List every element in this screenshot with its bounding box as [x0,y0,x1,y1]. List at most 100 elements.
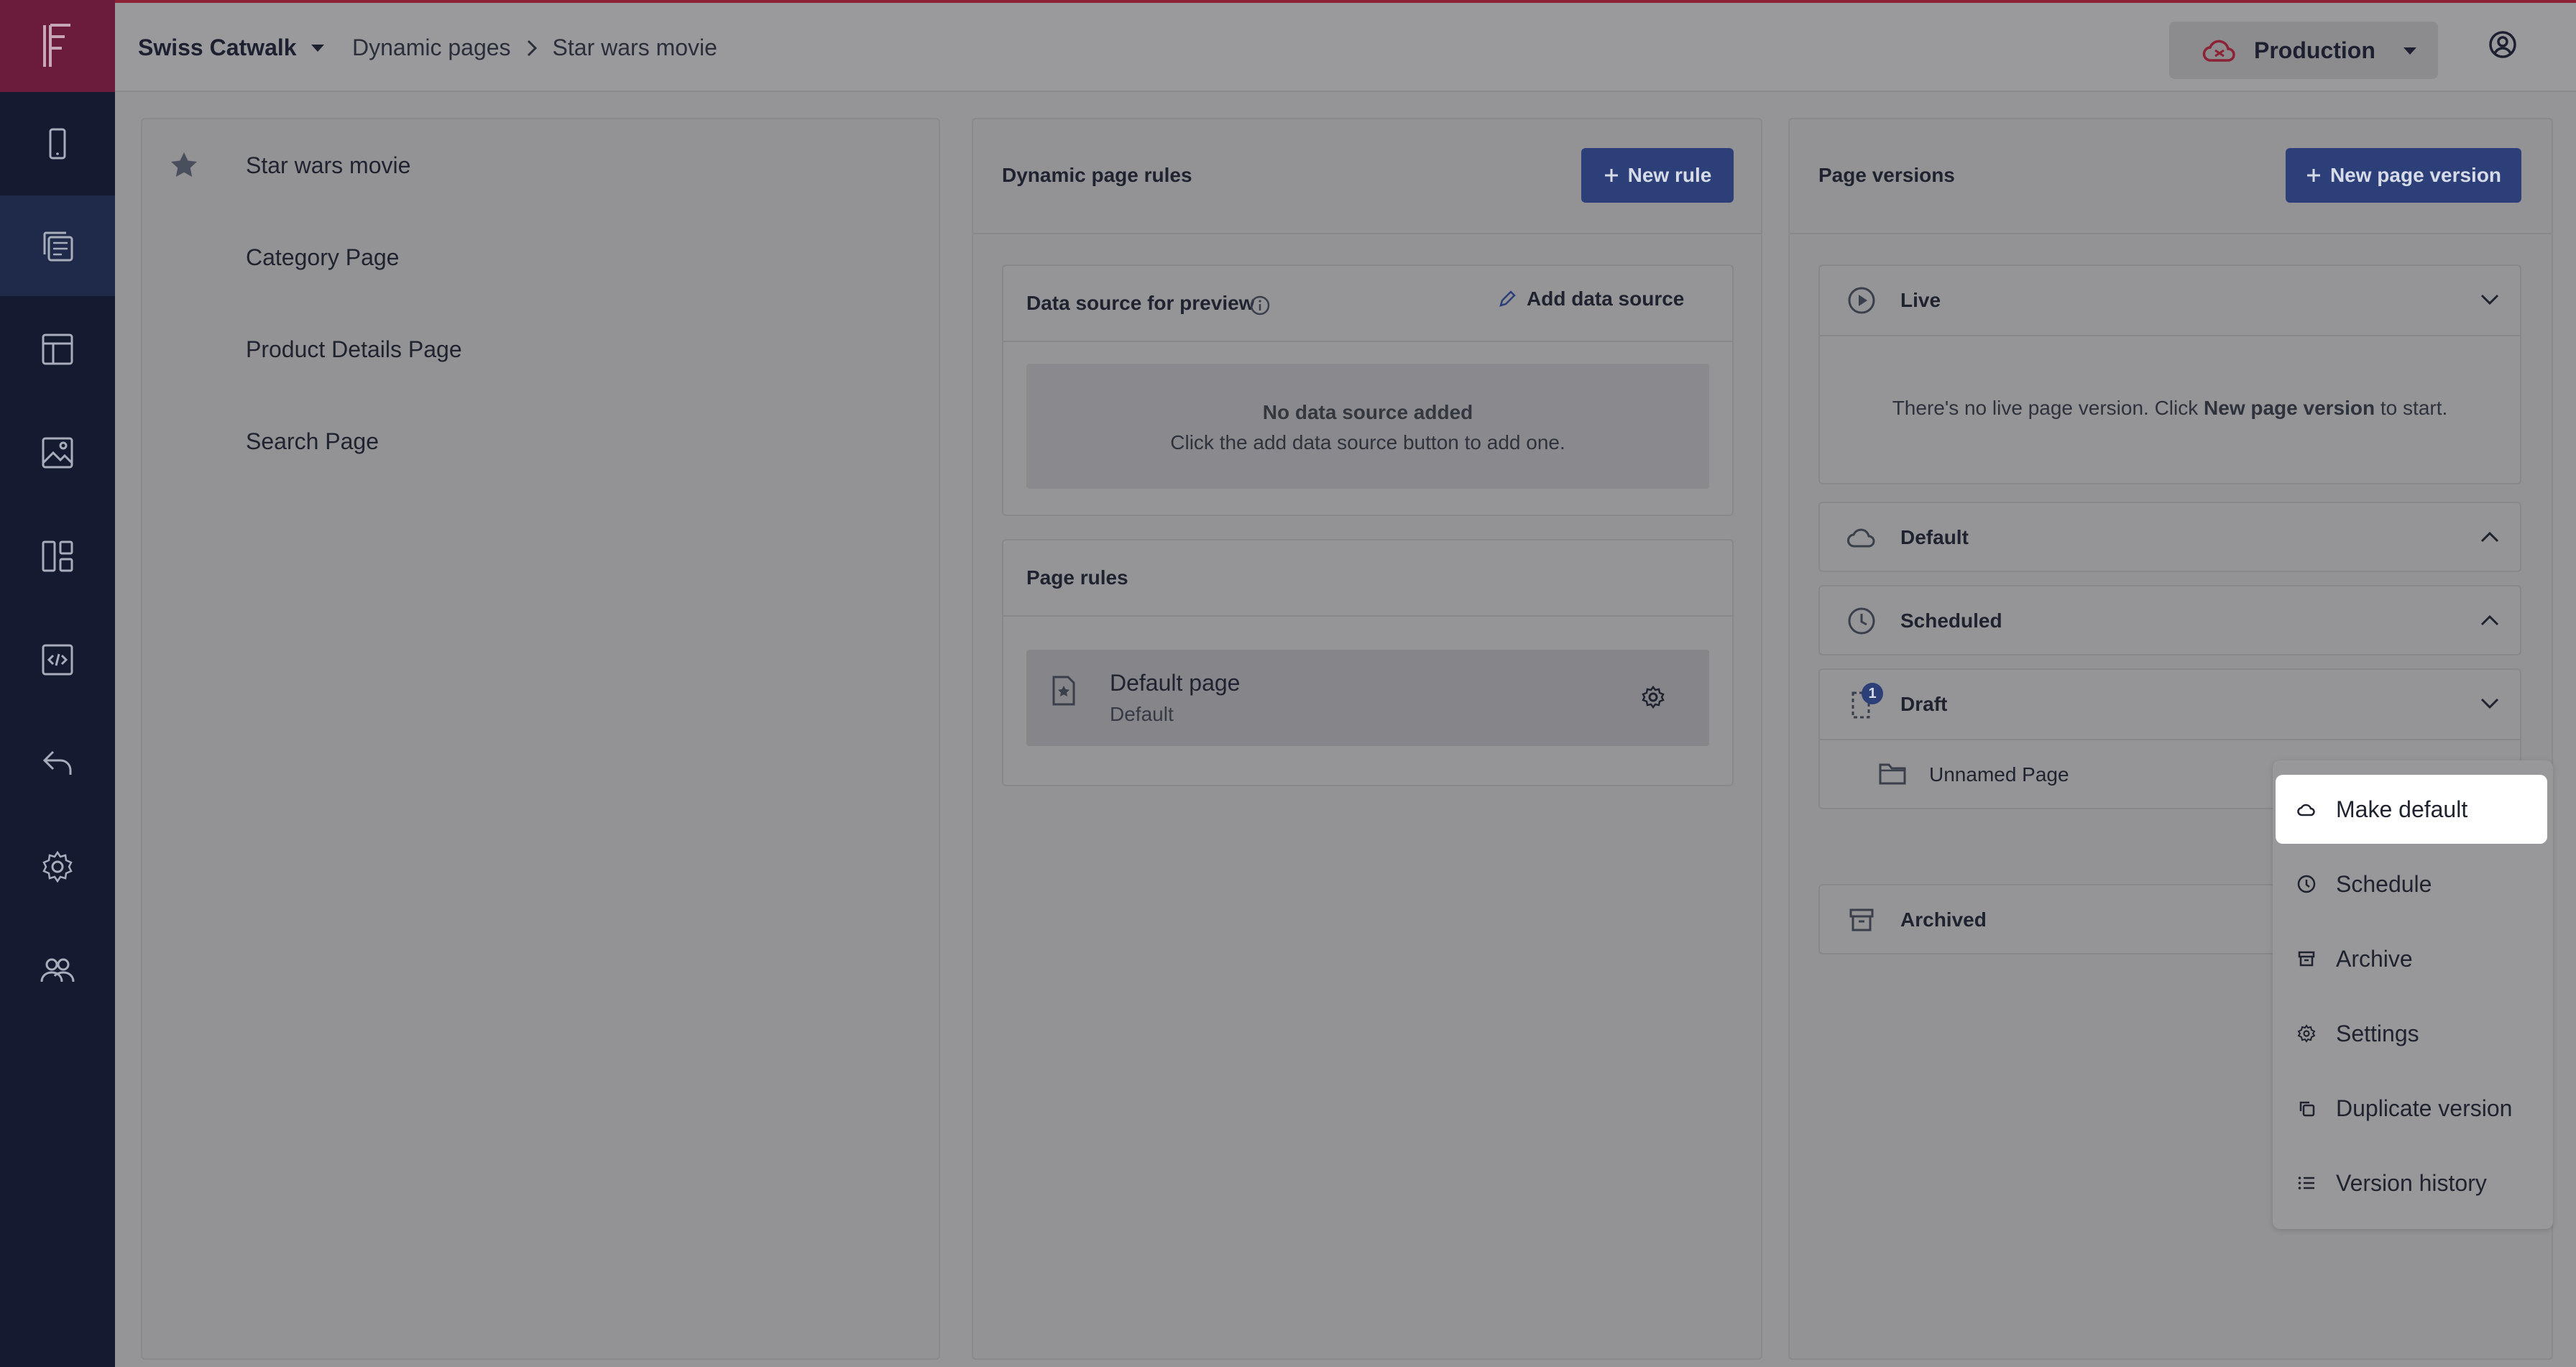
nav-users[interactable] [0,920,115,1021]
environment-selector[interactable]: Production [2169,22,2438,79]
menu-item-archive[interactable]: Archive [2276,924,2547,993]
divider [973,233,1761,234]
clock-icon [1847,607,1876,635]
rule-item-default[interactable]: Default page Default [1026,650,1709,746]
divider [1003,341,1732,342]
play-circle-icon [1847,286,1876,315]
data-source-empty-state: No data source added Click the add data … [1026,364,1709,489]
draft-label: Draft [1900,693,1948,715]
star-document-icon [1049,674,1078,707]
menu-item-label: Make default [2336,796,2468,822]
undo-icon [39,745,76,782]
plus-icon [1604,167,1619,183]
new-page-version-button[interactable]: New page version [2286,148,2521,203]
divider [1820,335,2520,336]
draft-header[interactable]: 1 Draft [1820,670,2520,739]
menu-item-version-history[interactable]: Version history [2276,1149,2547,1218]
plus-icon [2306,167,2322,183]
nav-media[interactable] [0,402,115,503]
new-page-version-label: New page version [2329,164,2502,186]
project-name: Swiss Catwalk [138,34,297,60]
nav-layouts[interactable] [0,299,115,400]
page-list-item[interactable]: Product Details Page [246,336,462,363]
version-group-live: Live There's no live page version. Click… [1818,264,2521,484]
nav-components[interactable] [0,506,115,607]
clock-icon [2297,875,2316,893]
rules-panel: Dynamic page rules New rule Data source … [972,118,1762,1360]
default-label: Default [1900,526,1969,548]
scheduled-label: Scheduled [1900,609,2002,632]
users-icon [37,952,78,989]
info-icon[interactable] [1249,295,1271,316]
live-header[interactable]: Live [1820,266,2520,335]
gear-icon[interactable] [1640,684,1666,710]
draft-version-name: Unnamed Page [1929,763,2069,786]
empty-title: No data source added [1262,401,1473,423]
menu-item-label: Archive [2336,945,2413,972]
live-empty-link: New page version [2204,397,2375,419]
new-rule-label: New rule [1627,164,1712,186]
chevron-up-icon [2480,530,2500,543]
nav-code[interactable] [0,609,115,710]
caret-down-icon [2402,46,2418,56]
top-bar: Swiss Catwalk Dynamic pages Star wars mo… [115,0,2576,92]
menu-item-make-default[interactable]: Make default [2276,775,2547,844]
user-circle-icon [2487,29,2518,60]
empty-text: Click the add data source button to add … [1170,431,1565,454]
chevron-down-icon [2480,697,2500,710]
rule-item-subtitle: Default [1110,703,1174,725]
duplicate-icon [2297,1099,2316,1118]
rule-item-title: Default page [1110,670,1241,696]
cloud-icon [1847,525,1876,551]
menu-item-schedule[interactable]: Schedule [2276,850,2547,919]
star-icon[interactable] [168,149,200,181]
menu-item-settings[interactable]: Settings [2276,999,2547,1068]
nav-pages[interactable] [0,195,115,296]
settings-icon [39,848,76,885]
add-data-source-label: Add data source [1527,287,1685,310]
chevron-up-icon [2480,614,2500,627]
gear-icon [2297,1024,2316,1043]
version-actions-menu: Make default Schedule Archive Settings D… [2273,760,2553,1229]
mobile-icon [43,126,72,161]
caret-down-icon [310,43,326,53]
menu-item-label: Version history [2336,1169,2487,1196]
page-list-item[interactable]: Search Page [246,428,379,455]
data-source-card: Data source for preview Add data source … [1002,264,1734,516]
nav-settings[interactable] [0,816,115,917]
menu-item-label: Duplicate version [2336,1095,2513,1121]
archive-box-icon [1847,906,1876,934]
list-icon [2297,1174,2316,1192]
divider [1003,615,1732,617]
archived-label: Archived [1900,908,1987,931]
page-list-item[interactable]: Star wars movie [246,152,410,179]
pages-panel: Star wars movie Category Page Product De… [141,118,940,1360]
live-label: Live [1900,289,1941,311]
pencil-icon [1496,288,1518,310]
folder-icon [1877,760,1908,786]
project-switcher[interactable]: Swiss Catwalk [138,34,326,61]
nav-undo[interactable] [0,713,115,814]
breadcrumb-dynamic-pages[interactable]: Dynamic pages [352,34,511,61]
menu-item-duplicate-version[interactable]: Duplicate version [2276,1074,2547,1143]
layout-icon [39,331,76,368]
menu-item-label: Settings [2336,1020,2419,1046]
breadcrumb-current-page: Star wars movie [552,34,717,60]
f-logo-icon[interactable] [0,0,115,92]
menu-item-label: Schedule [2336,870,2432,897]
version-group-default[interactable]: Default [1818,502,2521,572]
new-rule-button[interactable]: New rule [1581,148,1734,203]
add-data-source-button[interactable]: Add data source [1496,287,1684,310]
rules-panel-title: Dynamic page rules [1002,164,1192,186]
version-group-scheduled[interactable]: Scheduled [1818,585,2521,655]
nav-mobile[interactable] [0,93,115,194]
breadcrumb: Dynamic pages Star wars movie [352,34,717,61]
cloud-icon [2297,800,2316,819]
page-list-item[interactable]: Category Page [246,244,399,271]
live-empty-suffix: to start. [2375,397,2448,419]
chevron-right-icon [525,38,538,58]
archive-icon [2297,949,2316,968]
components-icon [39,538,76,575]
account-button[interactable] [2487,29,2518,60]
side-navigation [0,0,115,1367]
